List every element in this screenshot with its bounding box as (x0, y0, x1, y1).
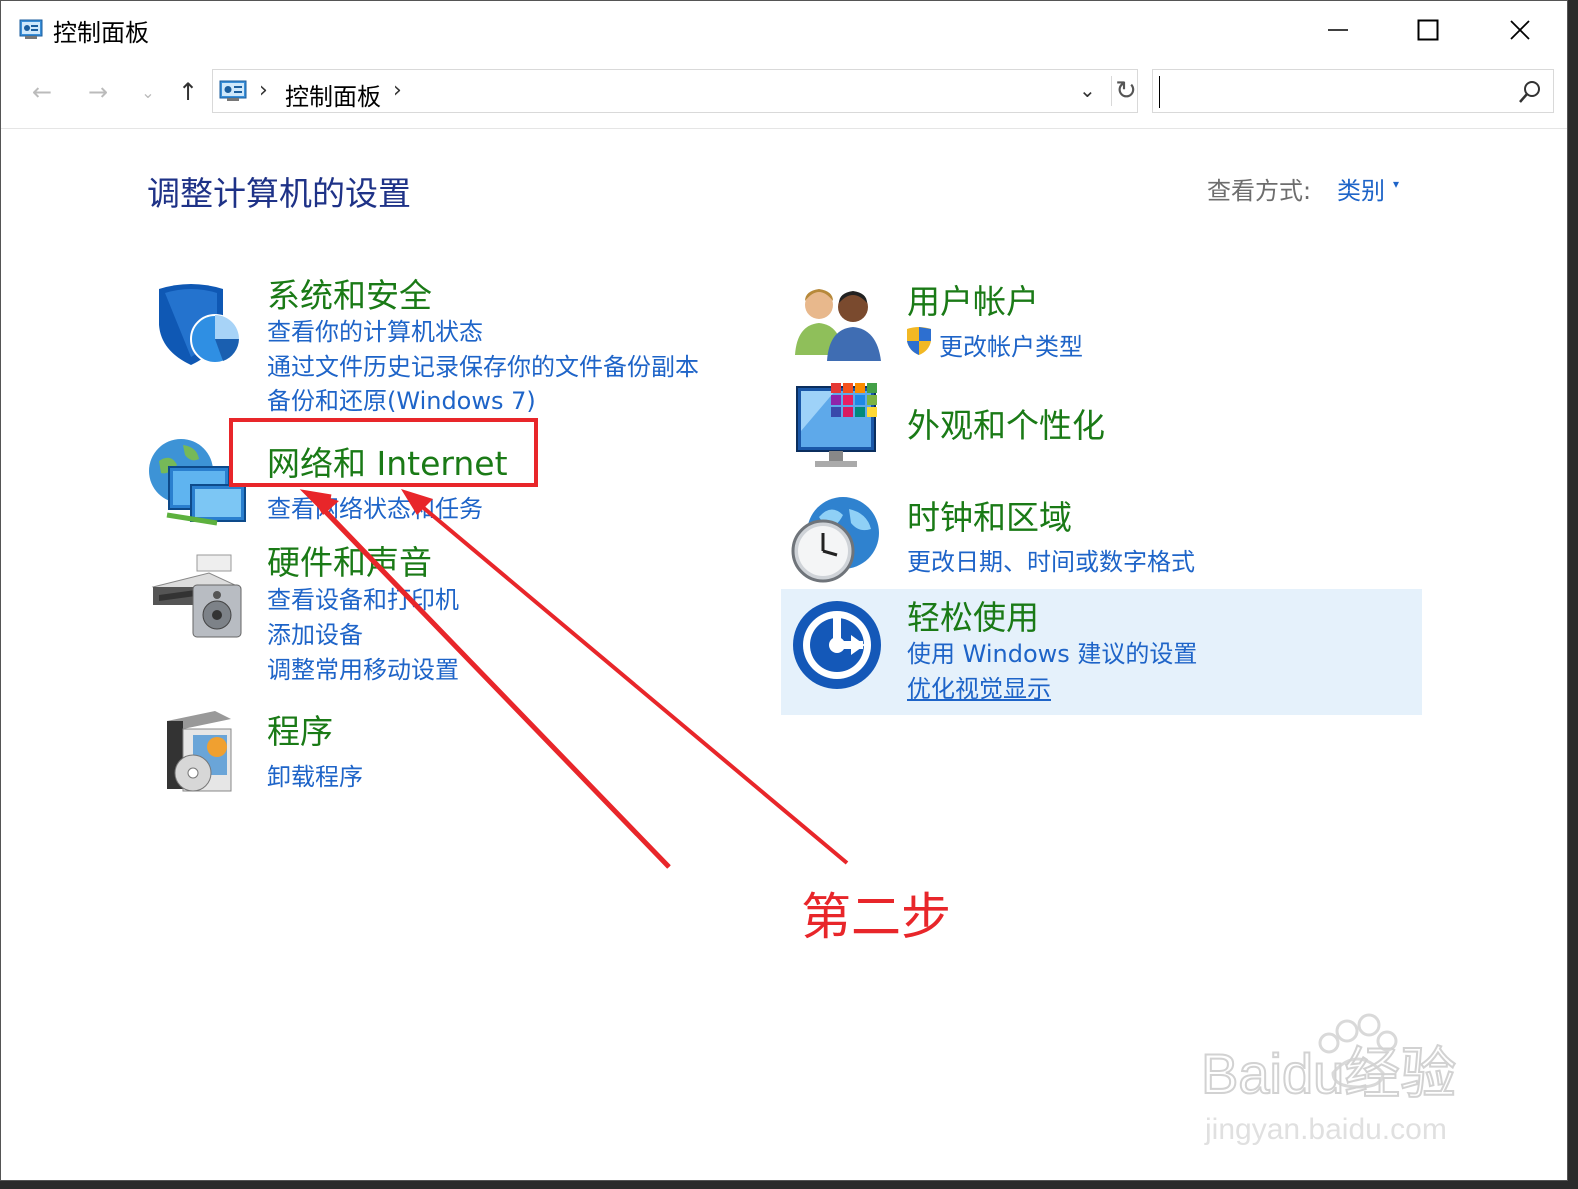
background-edge (1568, 0, 1578, 1189)
control-panel-window: 控制面板 ← → ⌄ ↑ › 控制面板 › ⌄ ↻ 调整计算机的设置 查看方式:… (0, 0, 1568, 1181)
watermark-brand: Baidu经验 (1201, 1042, 1456, 1105)
baidu-jingyan-watermark: Baidu经验 jingyan.baidu.com (1201, 1013, 1457, 1146)
background-edge (0, 1181, 1578, 1189)
annotation-step-label: 第二步 (801, 888, 951, 946)
watermark-url: jingyan.baidu.com (1204, 1113, 1447, 1146)
annotation-arrows (299, 489, 849, 869)
